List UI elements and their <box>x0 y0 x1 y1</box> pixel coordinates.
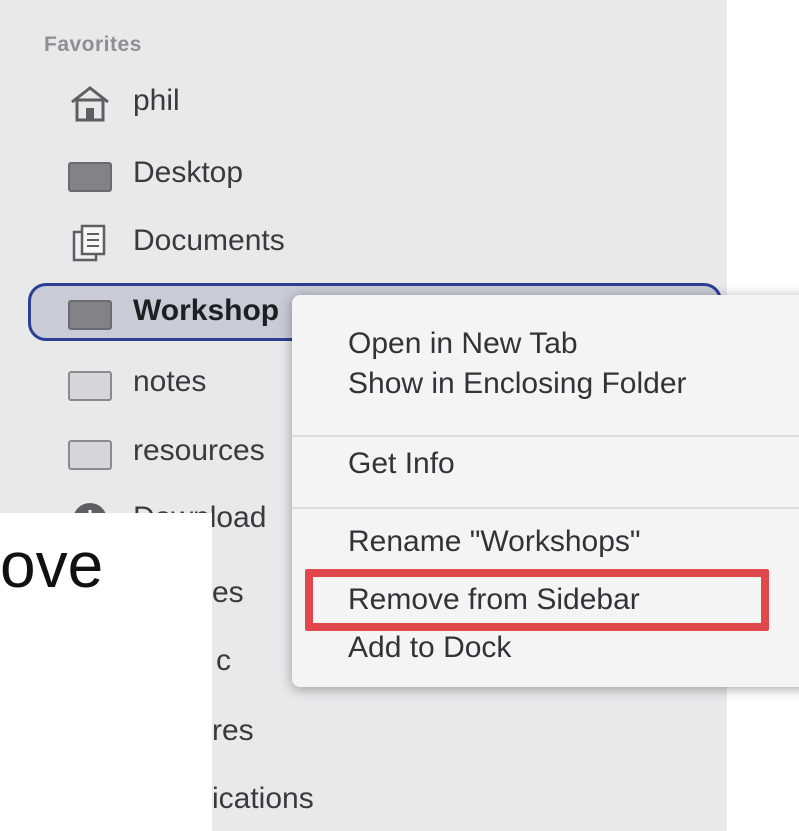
menu-item-add-to-dock[interactable]: Add to Dock <box>348 631 511 665</box>
sidebar-item-label: ications <box>212 782 314 815</box>
sidebar-item-label: resources <box>133 434 265 467</box>
folder-icon <box>68 365 112 403</box>
screenshot: Favorites phil Desktop Documents Worksho… <box>0 0 799 831</box>
sidebar-item-label: Workshop <box>133 294 280 327</box>
sidebar-item-label: notes <box>133 365 207 398</box>
caption-text: ove <box>0 529 104 601</box>
sidebar-item-documents[interactable]: Documents <box>0 214 727 274</box>
menu-item-get-info[interactable]: Get Info <box>348 447 455 481</box>
folder-icon <box>68 434 112 472</box>
sidebar-item-label: es <box>212 576 244 609</box>
highlight-box <box>305 569 769 631</box>
sidebar-item-label: Desktop <box>133 156 244 189</box>
menu-separator <box>292 435 799 437</box>
folder-icon <box>68 294 112 332</box>
menu-item-rename[interactable]: Rename "Workshops" <box>348 525 641 559</box>
desktop-folder-icon <box>68 156 112 194</box>
menu-item-open-in-new-tab[interactable]: Open in New Tab <box>348 327 578 361</box>
sidebar-item-label: phil <box>133 84 180 117</box>
menu-item-show-in-enclosing-folder[interactable]: Show in Enclosing Folder <box>348 367 687 401</box>
favorites-header: Favorites <box>44 33 142 56</box>
sidebar-item-label: Documents <box>133 224 285 257</box>
documents-icon <box>68 224 112 262</box>
menu-separator <box>292 507 799 509</box>
sidebar-item-phil[interactable]: phil <box>0 74 727 134</box>
sidebar-item-label: res <box>212 714 254 747</box>
sidebar-item-label: c <box>216 644 231 677</box>
home-icon <box>68 84 112 122</box>
sidebar-item-desktop[interactable]: Desktop <box>0 146 727 206</box>
